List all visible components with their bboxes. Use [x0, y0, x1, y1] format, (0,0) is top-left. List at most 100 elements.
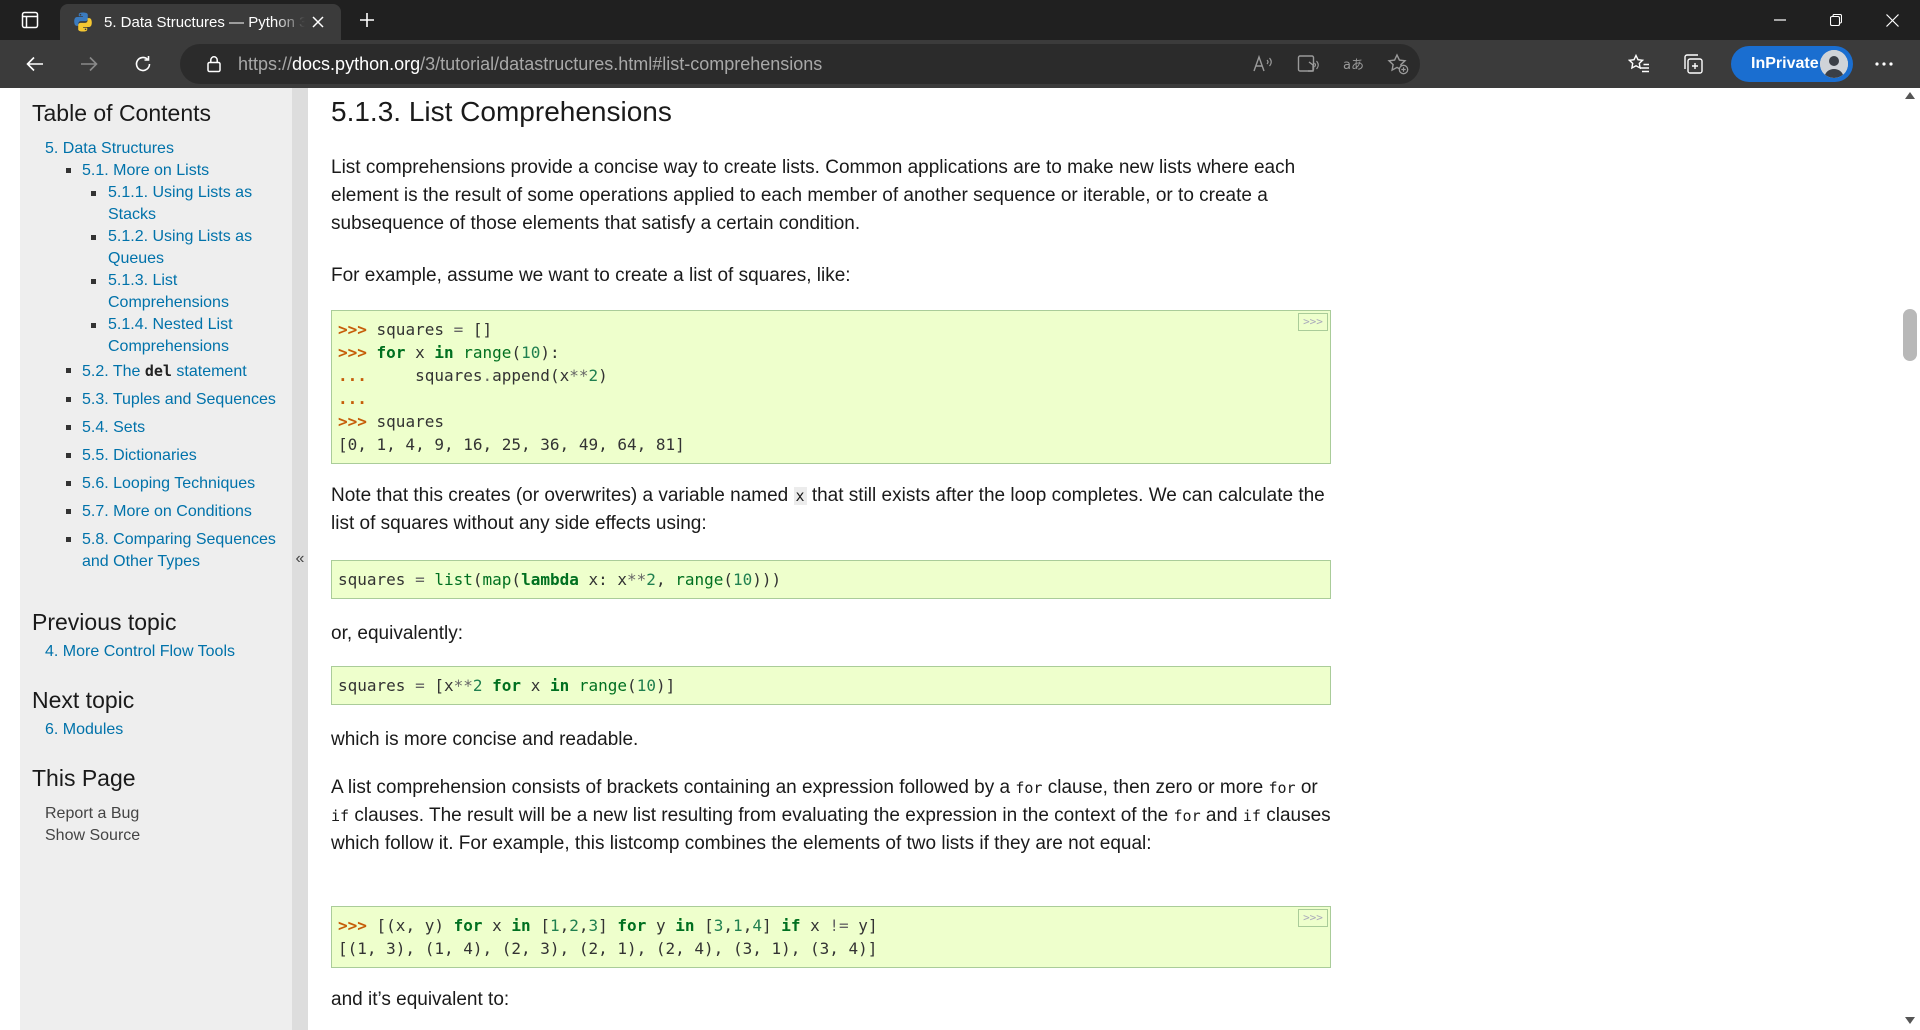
code-block-map-lambda[interactable]: squares = list(map(lambda x: x**2, range…: [331, 560, 1331, 599]
toc-link-data-structures[interactable]: 5. Data Structures: [45, 140, 174, 157]
p6-code-if-1: if: [331, 807, 350, 825]
toc-item-del: 5.2. The del statement: [66, 360, 280, 383]
scrollbar-thumb[interactable]: [1903, 309, 1917, 361]
p6-text-e: and: [1200, 805, 1243, 826]
scroll-up-arrow-icon[interactable]: [1905, 92, 1915, 99]
web-page: Table of Contents 5. Data Structures 5.1…: [0, 88, 1920, 1030]
tab-actions-button[interactable]: [0, 0, 60, 40]
toc-item-queues: 5.1.2. Using Lists as Queues: [91, 226, 280, 270]
minimize-button[interactable]: [1752, 0, 1808, 40]
toc-level3: 5.1.1. Using Lists as Stacks 5.1.2. Usin…: [91, 182, 280, 358]
url-text[interactable]: https://docs.python.org/3/tutorial/datas…: [238, 54, 822, 75]
toc-item-nested: 5.1.4. Nested List Comprehensions: [91, 314, 280, 358]
toc-heading: Table of Contents: [32, 100, 212, 126]
p3-text-a: Note that this creates (or overwrites) a…: [331, 485, 794, 506]
collections-icon: [1684, 54, 1703, 74]
sidebar-collapse-button[interactable]: «: [292, 88, 308, 1030]
p6-text-c: or: [1295, 777, 1318, 798]
paragraph-side-effects: Note that this creates (or overwrites) a…: [331, 482, 1331, 538]
code-block-listcomp-pairs[interactable]: >>> >>> [(x, y) for x in [1,2,3] for y in…: [331, 906, 1331, 968]
toc-item-conditions: 5.7. More on Conditions: [66, 501, 280, 523]
previous-topic-link[interactable]: 4. More Control Flow Tools: [45, 643, 235, 660]
arrow-right-icon: [81, 56, 98, 72]
code-block-squares-loop[interactable]: >>> >>> squares = [] >>> for x in range(1…: [331, 310, 1331, 464]
toc-item-list-comprehensions: 5.1.3. List Comprehensions: [91, 270, 280, 314]
translate-button[interactable]: aあ: [1330, 44, 1375, 84]
browser-tab-active[interactable]: 5. Data Structures — Python 3.10.: [60, 4, 341, 40]
toc-link-more-on-lists[interactable]: 5.1. More on Lists: [82, 162, 209, 179]
collections-button[interactable]: [1666, 40, 1720, 88]
toc-link-stacks[interactable]: 5.1.1. Using Lists as Stacks: [108, 184, 252, 223]
copy-prompt-toggle[interactable]: >>>: [1298, 909, 1328, 927]
toolbar-right: [1612, 40, 1720, 88]
inprivate-badge[interactable]: InPrivate: [1731, 46, 1853, 82]
immersive-reader-button[interactable]: [1285, 44, 1330, 84]
p3-code-x: x: [793, 487, 807, 505]
favorites-button[interactable]: [1612, 40, 1666, 88]
scroll-down-arrow-icon[interactable]: [1905, 1017, 1915, 1024]
paragraph-equivalently: or, equivalently:: [331, 623, 464, 644]
code-block-listcomp[interactable]: squares = [x**2 for x in range(10)]: [331, 666, 1331, 705]
next-topic-link[interactable]: 6. Modules: [45, 721, 123, 738]
toc-link-tuples[interactable]: 5.3. Tuples and Sequences: [82, 391, 276, 408]
toc-del-suffix: statement: [171, 363, 247, 380]
paragraph-intro: List comprehensions provide a concise wa…: [331, 157, 1296, 234]
toc-root: 5. Data Structures 5.1. More on Lists 5.…: [45, 138, 280, 573]
p6-text-b: clause, then zero or more: [1042, 777, 1269, 798]
toc-item-dictionaries: 5.5. Dictionaries: [66, 445, 280, 467]
restore-icon: [1830, 14, 1842, 26]
close-icon: [312, 16, 324, 28]
show-source-link[interactable]: Show Source: [45, 827, 140, 844]
toc-link-nested[interactable]: 5.1.4. Nested List Comprehensions: [108, 316, 233, 355]
add-favorite-button[interactable]: [1375, 44, 1420, 84]
collapse-glyph: «: [295, 550, 305, 567]
read-aloud-button[interactable]: [1240, 44, 1285, 84]
copy-prompt-toggle[interactable]: >>>: [1298, 313, 1328, 331]
toc-link-comparing[interactable]: 5.8. Comparing Sequences and Other Types: [82, 531, 276, 570]
previous-topic-heading: Previous topic: [32, 609, 177, 635]
svg-text:aあ: aあ: [1343, 58, 1364, 73]
back-button[interactable]: [8, 40, 62, 88]
toc-item-comparing: 5.8. Comparing Sequences and Other Types: [66, 529, 280, 573]
previous-topic-section: Previous topic 4. More Control Flow Tool…: [32, 607, 280, 663]
this-page-section: This Page Report a Bug Show Source: [32, 763, 280, 847]
lock-icon[interactable]: [202, 52, 226, 76]
toc-link-conditions[interactable]: 5.7. More on Conditions: [82, 503, 252, 520]
tab-close-button[interactable]: [305, 9, 331, 35]
report-bug-link[interactable]: Report a Bug: [45, 805, 139, 822]
toc-item-looping: 5.6. Looping Techniques: [66, 473, 280, 495]
code-output-squares: [0, 1, 4, 9, 16, 25, 36, 49, 64, 81]: [338, 435, 685, 454]
forward-button[interactable]: [62, 40, 116, 88]
close-window-button[interactable]: [1864, 0, 1920, 40]
toc-link-list-comprehensions[interactable]: 5.1.3. List Comprehensions: [108, 272, 229, 311]
toc-link-dictionaries[interactable]: 5.5. Dictionaries: [82, 447, 197, 464]
section-heading: 5.1.3. List Comprehensions: [331, 96, 672, 127]
tab-actions-icon: [21, 11, 39, 29]
toc-link-queues[interactable]: 5.1.2. Using Lists as Queues: [108, 228, 252, 267]
immersive-reader-icon: [1297, 55, 1319, 72]
toc-link-looping[interactable]: 5.6. Looping Techniques: [82, 475, 255, 492]
toc-link-del[interactable]: 5.2. The del statement: [82, 362, 247, 380]
vertical-scrollbar[interactable]: [1900, 88, 1920, 1030]
settings-more-button[interactable]: [1860, 40, 1908, 88]
url-prefix: https://: [238, 53, 293, 74]
toc-link-sets[interactable]: 5.4. Sets: [82, 419, 145, 436]
refresh-icon: [135, 56, 151, 72]
star-add-icon: [1386, 53, 1408, 75]
inprivate-label: InPrivate: [1751, 55, 1819, 72]
toc-level2: 5.1. More on Lists 5.1.1. Using Lists as…: [66, 160, 280, 573]
paragraph-concise: which is more concise and readable.: [331, 729, 639, 750]
toc-item-sets: 5.4. Sets: [66, 417, 280, 439]
new-tab-button[interactable]: [347, 0, 387, 40]
p6-code-if-2: if: [1242, 807, 1261, 825]
p6-text-d: clauses. The result will be a new list r…: [349, 805, 1174, 826]
tab-strip: 5. Data Structures — Python 3.10.: [0, 0, 1920, 40]
toc-item-more-on-lists: 5.1. More on Lists 5.1.1. Using Lists as…: [66, 160, 280, 358]
restore-button[interactable]: [1808, 0, 1864, 40]
browser-toolbar: https://docs.python.org/3/tutorial/datas…: [0, 40, 1920, 88]
url-host: docs.python.org: [292, 53, 421, 74]
close-icon: [1885, 13, 1899, 27]
address-bar[interactable]: https://docs.python.org/3/tutorial/datas…: [180, 44, 1420, 84]
refresh-button[interactable]: [116, 40, 170, 88]
toc-del-code: del: [144, 362, 172, 380]
